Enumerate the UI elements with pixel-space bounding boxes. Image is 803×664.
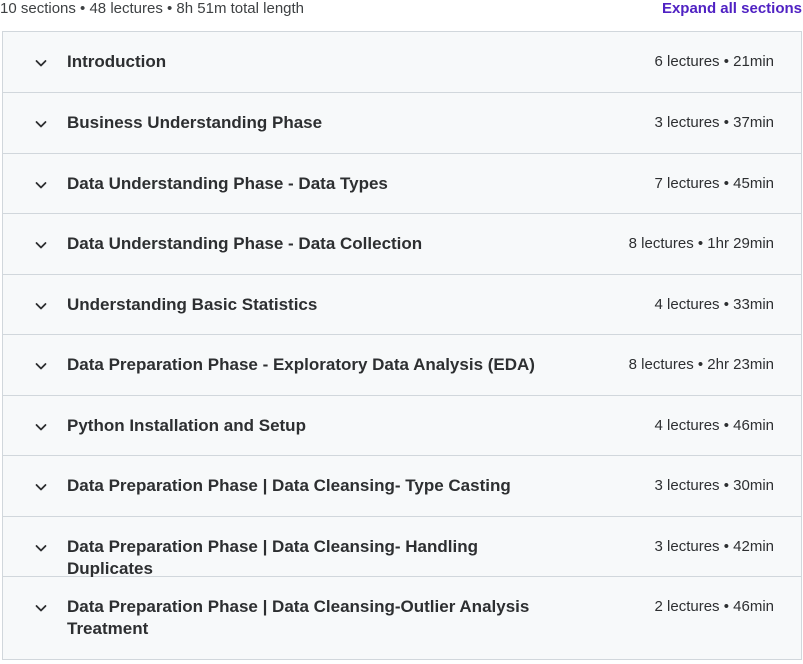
curriculum-summary-bar: 10 sections • 48 lectures • 8h 51m total… xyxy=(0,0,803,31)
section-meta: 4 lectures • 33min xyxy=(654,296,774,313)
section-title: Introduction xyxy=(67,52,167,71)
expand-all-sections-button[interactable]: Expand all sections xyxy=(662,0,802,18)
chevron-down-icon xyxy=(34,601,48,615)
section-panel-7[interactable]: Python Installation and Setup 4 lectures… xyxy=(3,396,801,456)
section-title: Data Preparation Phase - Exploratory Dat… xyxy=(67,355,535,374)
section-title: Data Preparation Phase | Data Cleansing-… xyxy=(67,476,511,495)
section-panel-9[interactable]: Data Preparation Phase | Data Cleansing-… xyxy=(3,517,801,578)
section-title: Business Understanding Phase xyxy=(67,113,323,132)
section-title: Python Installation and Setup xyxy=(67,416,306,435)
section-meta: 6 lectures • 21min xyxy=(654,53,774,70)
section-title: Data Understanding Phase - Data Types xyxy=(67,174,388,193)
section-meta: 8 lectures • 2hr 23min xyxy=(628,356,774,373)
chevron-down-icon xyxy=(34,541,48,555)
chevron-down-icon xyxy=(34,359,48,373)
chevron-down-icon xyxy=(34,420,48,434)
section-title: Data Preparation Phase | Data Cleansing-… xyxy=(67,537,478,578)
section-meta: 8 lectures • 1hr 29min xyxy=(628,235,774,252)
section-meta: 3 lectures • 37min xyxy=(654,114,774,131)
section-title: Data Understanding Phase - Data Collecti… xyxy=(67,234,423,253)
section-panel-2[interactable]: Business Understanding Phase 3 lectures … xyxy=(3,93,801,154)
section-meta: 2 lectures • 46min xyxy=(654,598,774,615)
section-panel-1[interactable]: Introduction 6 lectures • 21min xyxy=(3,32,801,93)
section-panel-5[interactable]: Understanding Basic Statistics 4 lecture… xyxy=(3,275,801,335)
chevron-down-icon xyxy=(34,238,48,252)
section-panel-3[interactable]: Data Understanding Phase - Data Types 7 … xyxy=(3,154,801,214)
chevron-down-icon xyxy=(34,117,48,131)
section-panel-10[interactable]: Data Preparation Phase | Data Cleansing-… xyxy=(3,577,801,659)
section-meta: 3 lectures • 42min xyxy=(654,538,774,555)
curriculum-section-list: Introduction 6 lectures • 21min Business… xyxy=(2,31,802,660)
section-panel-4[interactable]: Data Understanding Phase - Data Collecti… xyxy=(3,214,801,275)
chevron-down-icon xyxy=(34,299,48,313)
chevron-down-icon xyxy=(34,480,48,494)
chevron-down-icon xyxy=(34,56,48,70)
section-meta: 7 lectures • 45min xyxy=(654,175,774,192)
section-meta: 4 lectures • 46min xyxy=(654,417,774,434)
section-title: Understanding Basic Statistics xyxy=(67,295,318,314)
chevron-down-icon xyxy=(34,178,48,192)
section-panel-8[interactable]: Data Preparation Phase | Data Cleansing-… xyxy=(3,456,801,517)
course-summary: 10 sections • 48 lectures • 8h 51m total… xyxy=(0,0,305,17)
section-title: Data Preparation Phase | Data Cleansing-… xyxy=(67,597,530,638)
section-panel-6[interactable]: Data Preparation Phase - Exploratory Dat… xyxy=(3,335,801,396)
section-meta: 3 lectures • 30min xyxy=(654,477,774,494)
